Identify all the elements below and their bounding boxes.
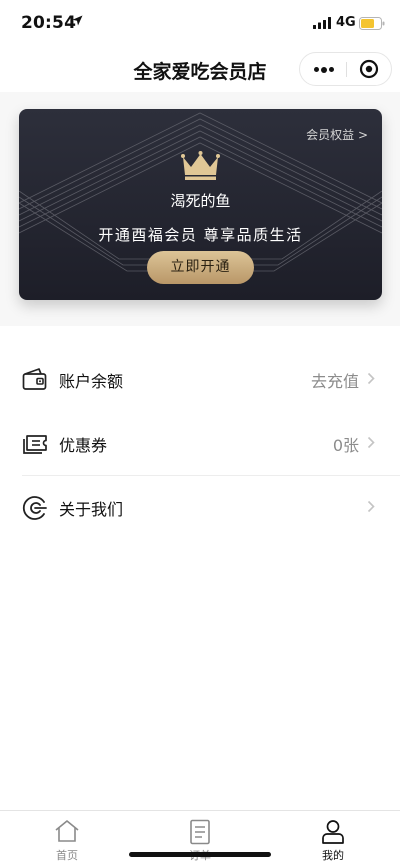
tab-mine[interactable]: 我的	[288, 811, 378, 866]
network-type: 4G	[336, 15, 356, 30]
wallet-icon	[22, 368, 47, 390]
home-icon	[55, 820, 79, 842]
menu-list: 账户余额 去充值 优惠券 0张 关于我们	[0, 347, 400, 539]
crown-icon	[181, 151, 220, 180]
more-dot-icon	[321, 66, 327, 73]
member-benefits-link[interactable]: 会员权益 >	[306, 126, 368, 143]
coupon-label: 优惠券	[59, 436, 108, 455]
signal-icon	[313, 17, 331, 29]
about-icon	[22, 496, 47, 520]
recharge-link[interactable]: 去充值	[311, 368, 359, 392]
coupon-count: 0张	[332, 436, 359, 455]
tab-bar: 首页 订单 我的	[0, 810, 400, 866]
nav-bar: 全家爱吃会员店	[0, 48, 400, 92]
member-card: 会员权益 > 渴死的鱼 开通酉福会员 尊享品质生活 立即开通	[19, 109, 382, 300]
order-icon	[190, 819, 210, 845]
status-bar: 20:54 4G	[0, 0, 400, 48]
member-card-area: 会员权益 > 渴死的鱼 开通酉福会员 尊享品质生活 立即开通	[0, 92, 400, 326]
about-us-label: 关于我们	[59, 500, 124, 519]
coupon-icon	[23, 435, 47, 454]
about-us-item[interactable]: 关于我们	[0, 475, 400, 539]
target-close-icon	[359, 59, 379, 79]
username: 渴死的鱼	[170, 192, 231, 210]
open-membership-button[interactable]: 立即开通	[147, 251, 254, 284]
membership-slogan: 开通酉福会员 尊享品质生活	[98, 226, 303, 244]
home-indicator	[129, 852, 271, 857]
more-dot-icon	[314, 67, 319, 72]
account-balance-item[interactable]: 账户余额 去充值	[0, 347, 400, 411]
user-icon	[322, 820, 344, 844]
account-balance-label: 账户余额	[59, 372, 124, 391]
more-dot-icon	[329, 67, 334, 72]
chevron-right-icon	[367, 372, 375, 385]
mini-program-capsule	[299, 52, 392, 86]
tab-orders[interactable]: 订单	[155, 811, 245, 866]
tab-home-label: 首页	[56, 849, 78, 862]
chevron-right-icon	[367, 500, 375, 513]
more-button[interactable]	[300, 53, 346, 85]
tab-mine-label: 我的	[322, 849, 344, 862]
status-time: 20:54	[21, 13, 77, 33]
location-arrow-icon	[72, 15, 83, 26]
coupon-item[interactable]: 优惠券 0张	[0, 411, 400, 475]
close-mini-program-button[interactable]	[347, 53, 392, 85]
tab-home[interactable]: 首页	[22, 811, 112, 866]
battery-icon	[359, 17, 385, 30]
chevron-right-icon	[367, 436, 375, 449]
